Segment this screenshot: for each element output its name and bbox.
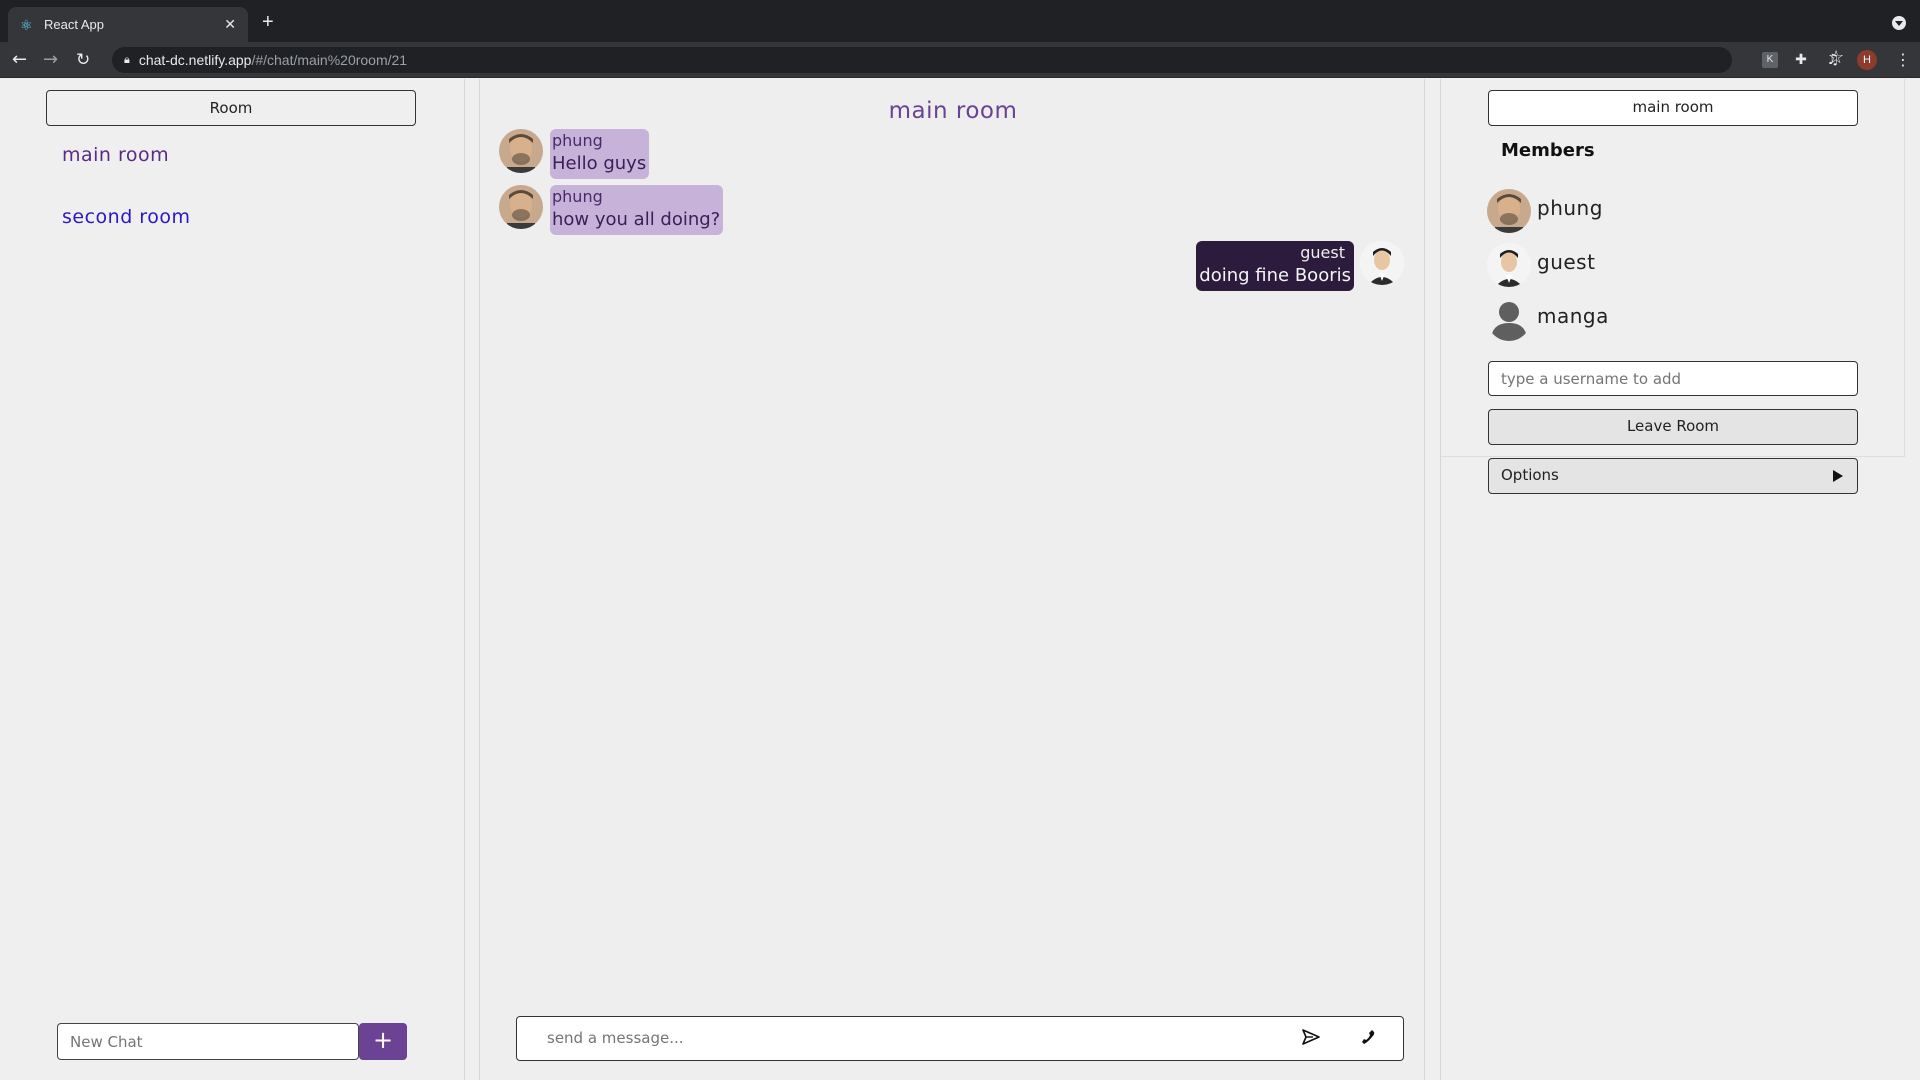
url-host: chat-dc.netlify.app xyxy=(138,52,252,68)
message-text: Hello guys xyxy=(552,153,647,174)
message-bubble: phung how you all doing? xyxy=(550,185,724,235)
new-tab-icon[interactable]: + xyxy=(262,11,274,34)
member-name: manga xyxy=(1537,304,1609,328)
options-label: Options xyxy=(1501,466,1559,484)
user-photo-icon xyxy=(1360,241,1404,285)
menu-icon[interactable]: ⋮ xyxy=(1895,50,1911,69)
leave-room-button[interactable]: Leave Room xyxy=(1488,409,1858,445)
puzzle-icon[interactable]: ✚ xyxy=(1793,52,1809,68)
browser-tab-strip: ⚛ React App ✕ + xyxy=(0,0,1920,42)
room-item-main[interactable]: main room xyxy=(62,144,169,166)
browser-tab[interactable]: ⚛ React App ✕ xyxy=(8,7,248,42)
phone-icon[interactable] xyxy=(1358,1028,1376,1046)
message-sender: phung xyxy=(552,131,603,150)
message-text: how you all doing? xyxy=(552,209,721,230)
room-name: main room xyxy=(1488,90,1858,126)
chat-app: Room main room second room + main room p… xyxy=(0,79,1920,1080)
avatar xyxy=(499,129,543,173)
chat-panel: main room phung Hello guys phung how you… xyxy=(479,79,1425,1080)
avatar xyxy=(499,185,543,229)
back-icon[interactable]: ← xyxy=(12,50,27,70)
tab-title: React App xyxy=(44,17,104,32)
send-icon[interactable] xyxy=(1301,1027,1321,1047)
avatar xyxy=(1360,241,1404,285)
message-sender: phung xyxy=(552,187,603,206)
extension-icon[interactable]: K xyxy=(1762,52,1778,68)
message-input[interactable] xyxy=(531,1025,1271,1051)
media-icon[interactable]: ♫ xyxy=(1825,52,1841,68)
member-item[interactable]: guest xyxy=(1487,243,1787,289)
options-button[interactable]: Options xyxy=(1488,458,1858,494)
member-item[interactable]: manga xyxy=(1487,297,1787,343)
member-name: phung xyxy=(1537,196,1603,220)
browser-toolbar: ← → ↻ 🔒︎ chat-dc.netlify.app/#/chat/main… xyxy=(0,42,1920,78)
close-icon[interactable]: ✕ xyxy=(224,16,236,33)
reload-icon[interactable]: ↻ xyxy=(76,50,90,70)
lock-icon: 🔒︎ xyxy=(124,53,130,66)
user-photo-icon xyxy=(499,185,543,229)
user-photo-icon xyxy=(1487,189,1531,233)
profile-avatar[interactable]: H xyxy=(1857,50,1877,70)
message-composer xyxy=(516,1016,1404,1061)
rooms-sidebar: Room main room second room + xyxy=(0,79,465,1080)
message-bubble: phung Hello guys xyxy=(550,129,650,179)
rooms-header: Room xyxy=(46,90,416,126)
member-name: guest xyxy=(1537,250,1596,274)
user-photo-icon xyxy=(1487,243,1531,287)
members-heading: Members xyxy=(1501,140,1595,161)
url-path: /#/chat/main%20room/21 xyxy=(251,52,408,68)
room-details-panel: main room Members phung guest manga type… xyxy=(1440,79,1920,1080)
new-chat-input[interactable] xyxy=(57,1023,359,1060)
add-chat-button[interactable]: + xyxy=(359,1023,407,1060)
user-photo-icon xyxy=(499,129,543,173)
tab-search-icon[interactable] xyxy=(1892,16,1906,30)
forward-icon[interactable]: → xyxy=(43,50,58,70)
message-text: doing fine Booris xyxy=(1199,265,1351,286)
member-item[interactable]: phung xyxy=(1487,189,1787,235)
avatar xyxy=(1487,297,1531,341)
message-sender: guest xyxy=(1300,243,1345,262)
default-user-icon xyxy=(1491,302,1527,341)
avatar xyxy=(1487,243,1531,287)
message-bubble-own: guest doing fine Booris xyxy=(1196,241,1354,291)
add-username-input[interactable] xyxy=(1488,361,1858,396)
room-item-second[interactable]: second room xyxy=(62,206,190,228)
avatar xyxy=(1487,189,1531,233)
caret-right-icon xyxy=(1833,470,1843,482)
address-bar[interactable]: 🔒︎ chat-dc.netlify.app/#/chat/main%20roo… xyxy=(112,47,1844,73)
react-icon: ⚛ xyxy=(20,16,33,33)
chat-title: main room xyxy=(888,98,1018,124)
